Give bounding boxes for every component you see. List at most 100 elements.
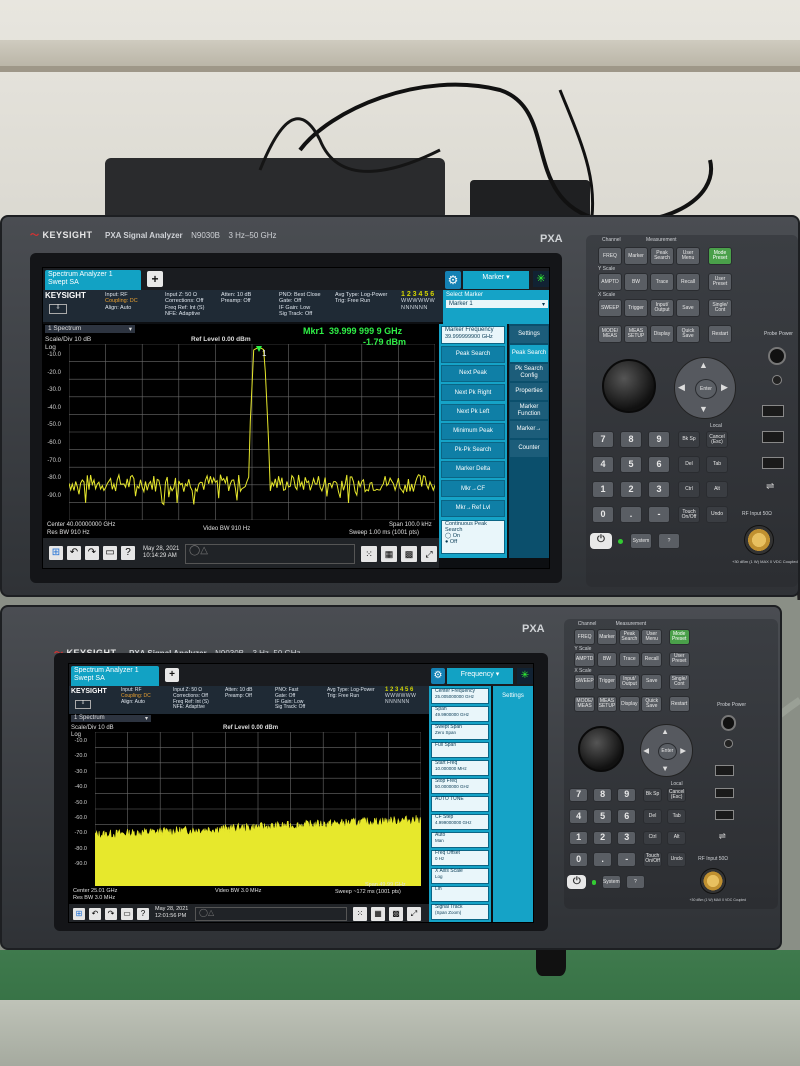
- tab-spectrum-analyzer-2[interactable]: Spectrum Analyzer 1 Swept SA: [71, 666, 159, 686]
- key-trace[interactable]: Trace: [619, 651, 640, 668]
- key-number-0[interactable]: 0: [569, 852, 589, 867]
- left-arrow-icon[interactable]: ◀: [643, 746, 649, 755]
- window-label[interactable]: 1 Spectrum ▾: [45, 325, 135, 333]
- key-undo[interactable]: Undo: [667, 852, 687, 867]
- key-user-menu[interactable]: User Menu: [641, 629, 663, 645]
- left-arrow-icon[interactable]: ◀: [678, 382, 685, 393]
- softkey-next-peak[interactable]: Next Peak: [441, 365, 505, 383]
- key-number-6[interactable]: 6: [617, 809, 637, 824]
- key-number-6[interactable]: 6: [648, 456, 670, 473]
- side-tab-settings[interactable]: Settings: [510, 326, 548, 343]
- key-display[interactable]: Display: [619, 696, 640, 712]
- key-input-output[interactable]: Input/ Output: [619, 674, 640, 690]
- key-number-4[interactable]: 4: [592, 456, 614, 473]
- arrow-pad[interactable]: ▲ ▼ ◀ ▶ Enter: [639, 723, 693, 778]
- status-bar[interactable]: ◯△: [195, 907, 347, 921]
- key-undo[interactable]: Undo: [706, 506, 728, 523]
- key-del[interactable]: Del: [678, 456, 700, 473]
- arrow-pad[interactable]: ▲ ▼ ◀ ▶ Enter: [674, 357, 736, 419]
- key-sweep[interactable]: SWEEP: [574, 674, 595, 690]
- multi-window-icon[interactable]: ⁙: [361, 546, 377, 562]
- softkey-auto[interactable]: Auto Man: [431, 832, 489, 848]
- side-tab-properties[interactable]: Properties: [510, 383, 548, 400]
- key-number-0[interactable]: 0: [592, 506, 614, 523]
- key-single-cont[interactable]: Single/ Cont: [668, 674, 690, 690]
- key-save[interactable]: Save: [676, 299, 700, 317]
- key-recall[interactable]: Recall: [641, 651, 663, 668]
- softkey-freq-offset[interactable]: Freq Offset 0 Hz: [431, 850, 489, 866]
- usb-port-2[interactable]: [715, 787, 735, 798]
- softkey-pk-pk-search[interactable]: Pk-Pk Search: [441, 442, 505, 459]
- key-user-preset[interactable]: User Preset: [668, 651, 690, 668]
- key-number-5[interactable]: 5: [593, 809, 613, 824]
- side-tab-marker-[interactable]: Marker→: [510, 421, 548, 438]
- key-number-3[interactable]: 3: [617, 830, 637, 846]
- headphone-jack[interactable]: [772, 375, 782, 385]
- spectrum-plot[interactable]: 1: [69, 344, 435, 520]
- window-label-2[interactable]: 1 Spectrum ▾: [71, 715, 151, 722]
- help-icon[interactable]: ?: [121, 546, 135, 560]
- help-button[interactable]: ?: [658, 533, 680, 549]
- undo-icon[interactable]: ↶: [67, 546, 81, 560]
- side-tab-counter[interactable]: Counter: [510, 440, 548, 457]
- softkey-next-pk-left[interactable]: Next Pk Left: [441, 403, 505, 421]
- key-tab[interactable]: Tab: [667, 809, 687, 824]
- key-restart[interactable]: Restart: [668, 696, 690, 712]
- key-user-menu[interactable]: User Menu: [676, 247, 700, 265]
- add-screen-button[interactable]: +: [147, 271, 163, 287]
- key-quick-save[interactable]: Quick Save: [676, 325, 700, 343]
- redo-icon[interactable]: ↷: [85, 546, 99, 560]
- softkey-marker-delta[interactable]: Marker Delta: [441, 461, 505, 479]
- usb-port-1[interactable]: [762, 405, 784, 417]
- key-number-minus[interactable]: -: [648, 506, 670, 523]
- key-input-output[interactable]: Input/ Output: [650, 299, 674, 317]
- gear-icon[interactable]: ⚙: [431, 668, 445, 684]
- usb-port-2[interactable]: [762, 431, 784, 443]
- grid-icon[interactable]: ▩: [389, 907, 403, 921]
- probe-power-port[interactable]: [720, 715, 736, 731]
- key-number-minus[interactable]: -: [617, 852, 637, 867]
- key-number-1[interactable]: 1: [592, 481, 614, 498]
- fullscreen-icon[interactable]: ⤢: [407, 907, 421, 921]
- right-arrow-icon[interactable]: ▶: [680, 746, 686, 755]
- graph-window[interactable]: 1 Spectrum ▾ Scale/Div 10 dB Log Ref Lev…: [43, 324, 443, 538]
- key-quick-save[interactable]: Quick Save: [641, 696, 663, 712]
- key-user-preset[interactable]: User Preset: [708, 273, 732, 291]
- softkey-full-span[interactable]: Full Span: [431, 742, 489, 758]
- help-icon[interactable]: ?: [137, 908, 149, 920]
- side-tab-pk-search-config[interactable]: Pk Search Config: [510, 364, 548, 381]
- softkey-minimum-peak[interactable]: Minimum Peak: [441, 422, 505, 440]
- power-button[interactable]: ⏻: [590, 533, 612, 549]
- key-ctrl[interactable]: Ctrl: [643, 830, 663, 846]
- key-number-8[interactable]: 8: [593, 787, 613, 803]
- key-trace[interactable]: Trace: [650, 273, 674, 291]
- right-arrow-icon[interactable]: ▶: [721, 382, 728, 393]
- folder-icon[interactable]: ▭: [103, 546, 117, 560]
- key-freq[interactable]: FREQ: [574, 629, 595, 645]
- graph-window-2[interactable]: 1 Spectrum ▾ Scale/Div 10 dB Log Ref Lev…: [69, 714, 429, 904]
- key-bw[interactable]: BW: [624, 273, 648, 291]
- key-marker[interactable]: Marker: [596, 629, 618, 645]
- folder-icon[interactable]: ▭: [121, 908, 133, 920]
- key-touch[interactable]: Touch On/Off: [678, 506, 700, 523]
- redo-icon[interactable]: ↷: [105, 908, 117, 920]
- key-cancel[interactable]: Cancel (Esc): [667, 787, 687, 803]
- rotary-knob[interactable]: [602, 359, 656, 413]
- multi-window-icon[interactable]: ⁙: [353, 907, 367, 921]
- key-mode-preset[interactable]: Mode Preset: [668, 629, 690, 645]
- fullscreen-icon[interactable]: ⤢: [421, 546, 437, 562]
- tab-spectrum-analyzer[interactable]: Spectrum Analyzer 1 Swept SA: [45, 270, 141, 290]
- system-button[interactable]: System: [601, 875, 621, 890]
- enter-button[interactable]: Enter: [695, 379, 717, 399]
- up-arrow-icon[interactable]: ▲: [661, 727, 669, 736]
- key-marker[interactable]: Marker: [624, 247, 648, 265]
- key-bksp[interactable]: Bk Sp: [678, 431, 700, 448]
- key-recall[interactable]: Recall: [676, 273, 700, 291]
- softkey-lin[interactable]: Lin: [431, 886, 489, 902]
- menu-title-marker[interactable]: Marker ▾: [463, 271, 529, 289]
- key-number-5[interactable]: 5: [620, 456, 642, 473]
- system-button[interactable]: System: [630, 533, 652, 549]
- layout-icon[interactable]: ▦: [381, 546, 397, 562]
- softkey-mkr-ref-lvl[interactable]: Mkr→Ref Lvl: [441, 499, 505, 517]
- select-marker-dropdown[interactable]: Marker 1 ▾: [446, 300, 548, 308]
